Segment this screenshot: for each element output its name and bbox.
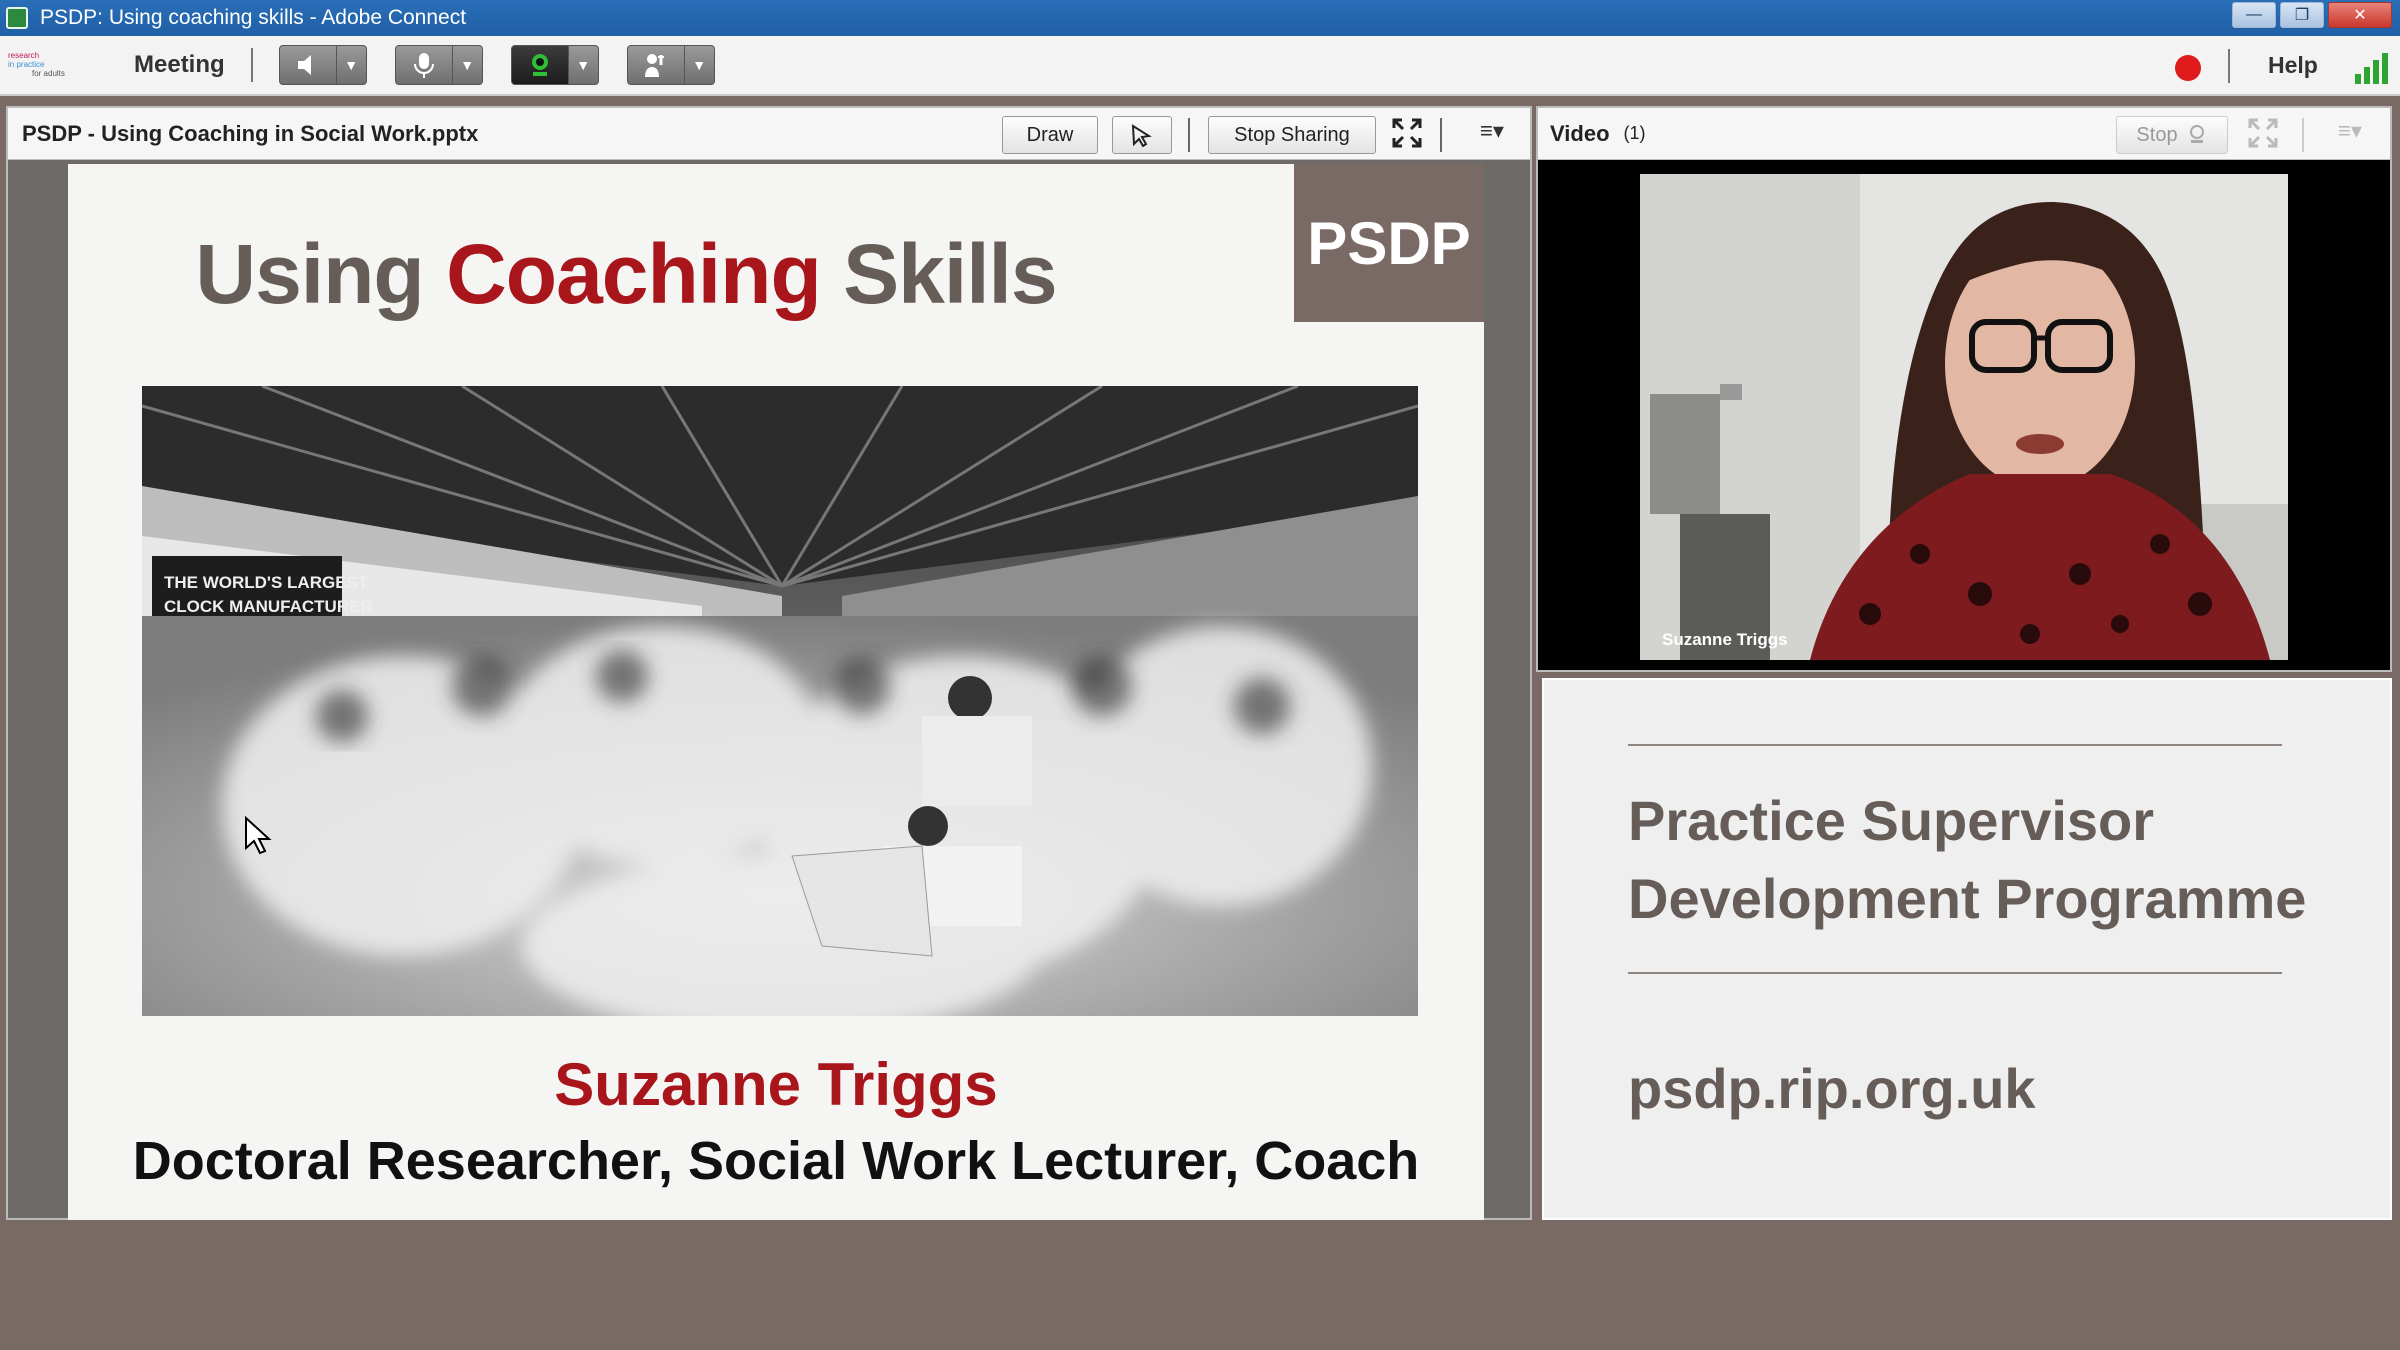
toolbar-separator [1440,118,1442,152]
rip-logo: research in practice for adults [8,51,65,78]
adobe-connect-icon [6,7,28,29]
presentation-slide: PSDP Using Coaching Skills THE WORLD'S L… [68,164,1484,1220]
photo-sign-text: THE WORLD'S LARGEST [164,573,369,592]
divider [1628,744,2282,746]
hand-icon[interactable] [628,46,684,84]
window-controls: — ❐ ✕ [2232,2,2392,28]
pod-options-menu-icon[interactable]: ≡▾ [2338,118,2362,144]
webcam-control[interactable]: ▼ [510,45,599,85]
pointer-icon [1131,124,1152,148]
connection-signal-icon [2355,48,2389,84]
slide-presenter-role: Doctoral Researcher, Social Work Lecture… [132,1131,1420,1191]
programme-url: psdp.rip.org.uk [1628,1057,2036,1120]
divider [1628,972,2282,974]
pointer-tool-button[interactable] [1112,116,1172,154]
chevron-down-icon[interactable]: ▼ [335,46,366,84]
restore-button[interactable]: ❐ [2280,2,2324,28]
participant-name-label: Suzanne Triggs [1662,630,1788,649]
webcam-icon [2189,125,2204,143]
chevron-down-icon[interactable]: ▼ [683,46,714,84]
pod-options-menu-icon[interactable]: ≡▾ [1480,118,1504,144]
recording-indicator-icon[interactable] [2175,55,2201,81]
speaker-control[interactable]: ▼ [278,45,367,85]
close-button[interactable]: ✕ [2328,2,2392,28]
chevron-down-icon[interactable]: ▼ [451,46,482,84]
video-participant-count: (1) [1623,123,1646,143]
toolbar-separator [1188,118,1190,152]
video-pod: Video (1) Stop ≡▾ Suzanne Triggs [1536,106,2392,672]
meeting-menu[interactable]: Meeting [134,51,225,79]
programme-title: Practice Supervisor Development Programm… [1628,789,2307,930]
video-pod-title: Video [1550,120,1610,146]
menu-separator [250,48,253,82]
railway-station-photo: THE WORLD'S LARGEST CLOCK MANUFACTURER [142,386,1418,1016]
minimize-button[interactable]: — [2232,2,2276,28]
share-pod-header: PSDP - Using Coaching in Social Work.ppt… [8,108,1530,160]
microphone-icon[interactable] [396,46,452,84]
microphone-control[interactable]: ▼ [394,45,483,85]
svg-text:CLOCK MANUFACTURER: CLOCK MANUFACTURER [164,597,373,616]
share-pod-title: PSDP - Using Coaching in Social Work.ppt… [22,120,479,146]
toolbar-separator [2302,118,2304,152]
fullscreen-icon[interactable] [1392,118,1422,155]
help-menu[interactable]: Help [2268,52,2318,79]
programme-info-pod: Practice Supervisor Development Programm… [1542,678,2392,1220]
share-pod: PSDP - Using Coaching in Social Work.ppt… [6,106,1532,1220]
chevron-down-icon[interactable]: ▼ [567,46,598,84]
fullscreen-icon[interactable] [2248,118,2278,155]
stop-sharing-button[interactable]: Stop Sharing [1208,116,1376,154]
stop-video-button[interactable]: Stop [2116,116,2228,154]
raise-hand-control[interactable]: ▼ [626,45,715,85]
menu-separator [2228,49,2230,83]
video-pod-header: Video (1) Stop ≡▾ [1538,108,2390,160]
menu-bar: research in practice for adults Meeting … [0,36,2400,96]
slide-presenter-name: Suzanne Triggs [554,1051,998,1118]
webcam-icon[interactable] [511,46,568,84]
window-title: PSDP: Using coaching skills - Adobe Conn… [40,6,467,29]
draw-button[interactable]: Draw [1002,116,1098,154]
webcam-video-feed [1640,174,2288,660]
slide-title: Using Coaching Skills [195,227,1057,321]
speaker-icon[interactable] [280,46,336,84]
mouse-cursor-icon [245,816,272,855]
window-title-bar: PSDP: Using coaching skills - Adobe Conn… [0,0,2400,36]
